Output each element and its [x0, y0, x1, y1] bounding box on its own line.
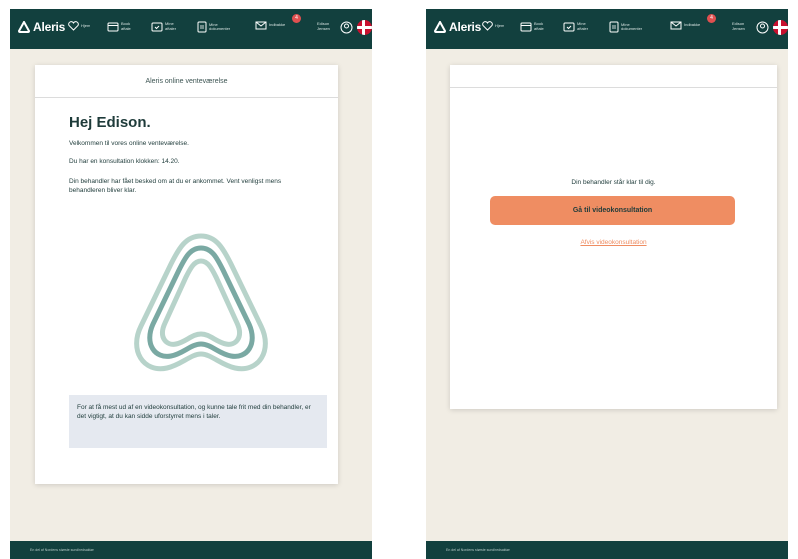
nav-appointments-label: Mine aftaler [165, 22, 177, 31]
mail-icon [670, 21, 682, 30]
nav-home[interactable]: Hjem [482, 21, 504, 31]
inbox-badge: 4 [292, 14, 301, 23]
nav-home-label: Hjem [495, 23, 505, 28]
appointment-time-text: Du har en konsultation klokken: 14.20. [69, 158, 180, 165]
nav-inbox[interactable]: Indbakke [255, 21, 285, 30]
top-navigation: Aleris Hjem Book aftale Mine aftaler Min… [426, 9, 788, 49]
nav-appointments[interactable]: Mine aftaler [563, 21, 588, 32]
document-icon [609, 21, 619, 33]
nav-book[interactable]: Book aftale [520, 21, 544, 32]
danish-flag-icon[interactable] [357, 20, 372, 35]
tip-box: For at få mest ud af en videokonsultatio… [69, 395, 327, 448]
practitioner-notified-text: Din behandler har fået besked om at du e… [69, 178, 282, 194]
calendar-check-icon [151, 22, 163, 32]
user-circle-icon[interactable] [340, 21, 353, 34]
nav-inbox-label: Indbakke [269, 23, 286, 28]
decline-video-consultation-link[interactable]: Afvis videokonsultation [450, 239, 777, 246]
aleris-logo-icon [18, 21, 30, 33]
aleris-logo[interactable]: Aleris [18, 20, 65, 34]
nav-home[interactable]: Hjem [68, 21, 90, 31]
nav-book-label: Book aftale [121, 22, 131, 31]
footer-text: En del af Nordens største sundhedsaktør [30, 548, 94, 552]
calendar-check-icon [563, 22, 575, 32]
calendar-icon [107, 22, 119, 32]
document-icon [197, 21, 207, 33]
heart-icon [68, 21, 79, 31]
ready-screen: Aleris Hjem Book aftale Mine aftaler Min… [426, 9, 788, 559]
nav-appointments-label: Mine aftaler [577, 22, 589, 31]
mail-icon [255, 21, 267, 30]
waiting-room-card: Aleris online venteværelse Hej Edison. V… [35, 65, 338, 484]
user-name[interactable]: Edison Jensen [317, 21, 339, 31]
calendar-icon [520, 22, 532, 32]
nav-documents-label: Mine dokumenter [209, 22, 231, 31]
nav-documents[interactable]: Mine dokumenter [197, 21, 230, 33]
aleris-logo[interactable]: Aleris [434, 20, 481, 34]
logo-text: Aleris [33, 20, 66, 34]
user-circle-icon[interactable] [756, 21, 769, 34]
aleris-a-logo-icon [134, 233, 268, 372]
nav-inbox-label: Indbakke [684, 23, 701, 28]
welcome-text: Velkommen til vores online venteværelse. [69, 140, 189, 147]
footer: En del af Nordens største sundhedsaktør [10, 541, 372, 559]
nav-documents[interactable]: Mine dokumenter [609, 21, 642, 33]
nav-home-label: Hjem [81, 23, 91, 28]
nav-book-label: Book aftale [534, 22, 544, 31]
footer: En del af Nordens største sundhedsaktør [426, 541, 788, 559]
inbox-badge: 4 [707, 14, 716, 23]
card-header [450, 65, 777, 88]
aleris-logo-icon [434, 21, 446, 33]
heart-icon [482, 21, 493, 31]
footer-text: En del af Nordens største sundhedsaktør [446, 548, 510, 552]
consultation-ready-card: Din behandler står klar til dig. Gå til … [450, 65, 777, 409]
nav-documents-label: Mine dokumenter [621, 22, 643, 31]
practitioner-ready-text: Din behandler står klar til dig. [571, 179, 656, 186]
start-video-consultation-button[interactable]: Gå til videokonsultation [490, 196, 735, 225]
nav-appointments[interactable]: Mine aftaler [151, 21, 176, 32]
greeting-heading: Hej Edison. [69, 114, 151, 131]
nav-inbox[interactable]: Indbakke [670, 21, 700, 30]
waiting-room-screen: Aleris Hjem Book aftale Mine aftaler Min… [10, 9, 372, 559]
danish-flag-icon[interactable] [773, 20, 788, 35]
card-header: Aleris online venteværelse [35, 65, 338, 98]
logo-text: Aleris [449, 20, 482, 34]
top-navigation: Aleris Hjem Book aftale Mine aftaler Min… [10, 9, 372, 49]
nav-book[interactable]: Book aftale [107, 21, 131, 32]
user-name[interactable]: Edison Jensen [732, 21, 754, 31]
